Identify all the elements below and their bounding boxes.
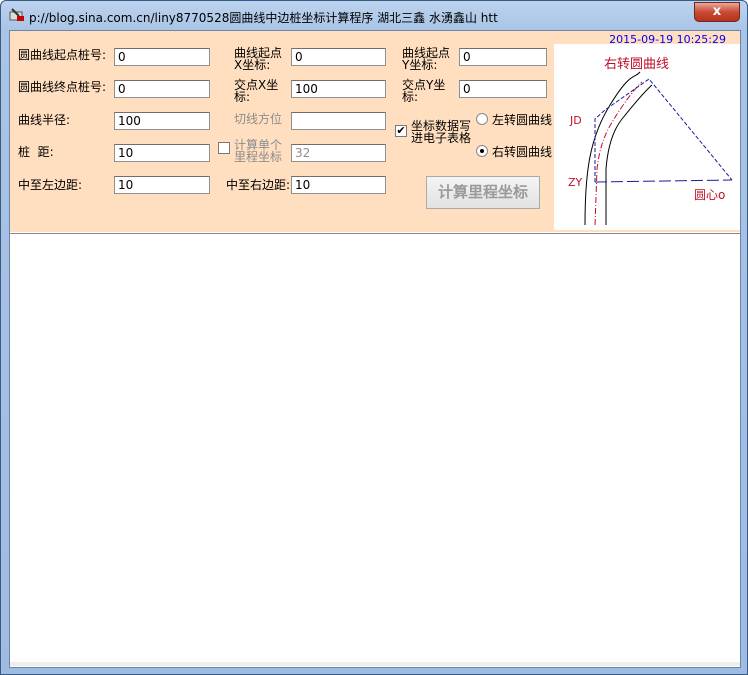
start-station-input[interactable]: 0 [114,48,210,66]
write-excel-label-line2: 进电子表格 [411,131,472,145]
right-curve-radio[interactable] [476,145,488,157]
jd-x-label: 交点X坐 标: [234,79,278,103]
jd-y-label: 交点Y坐 标: [402,79,445,103]
start-x-input[interactable]: 0 [291,48,386,66]
interval-input[interactable]: 10 [114,144,210,162]
app-window: p://blog.sina.com.cn/liny8770528圆曲线中边桩坐标… [0,0,748,675]
inner-edge-line [605,84,653,225]
start-y-input[interactable]: 0 [459,48,547,66]
app-icon [9,8,24,21]
start-y-label-line2: Y坐标: [402,58,438,72]
left-curve-label: 左转圆曲线 [492,113,553,127]
window-title: p://blog.sina.com.cn/liny8770528圆曲线中边桩坐标… [29,11,498,25]
end-station-input[interactable]: 0 [114,80,210,98]
horizontal-scrollbar[interactable] [10,662,740,666]
outer-edge-line [584,71,641,226]
radius-input[interactable]: 100 [114,112,210,130]
left-offset-label: 中至左边距: [18,178,83,192]
tangent-lines [594,78,733,182]
write-excel-label: 坐标数据写 进电子表格 [411,120,471,144]
start-x-label: 曲线起点 X坐标: [234,47,282,71]
right-offset-label: 中至右边距: [226,178,291,192]
input-panel: 2015-09-19 10:25:29 圆曲线起点桩号: 0 圆曲线终点桩号: … [10,31,740,232]
single-station-input[interactable]: 32 [291,144,386,162]
single-calc-label-line2: 里程坐标 [234,150,283,164]
write-excel-checkbox[interactable]: ✔ [395,125,407,137]
zy-label: ZY [568,176,583,189]
start-x-label-line2: X坐标: [234,58,271,72]
curve-diagram-svg: 右转圆曲线 JD ZY 圆心o [568,57,733,226]
start-y-label: 曲线起点 Y坐标: [402,47,450,71]
left-curve-radio[interactable] [476,113,488,125]
radius-label: 曲线半径: [18,113,71,127]
right-offset-input[interactable]: 10 [291,176,386,194]
center-label: 圆心o [694,188,725,202]
interval-label: 桩 距: [18,145,54,159]
jd-x-input[interactable]: 100 [291,80,386,98]
client-area: 2015-09-19 10:25:29 圆曲线起点桩号: 0 圆曲线终点桩号: … [9,30,741,668]
tangent-azimuth-label: 切线方位 [234,112,283,126]
start-station-label: 圆曲线起点桩号: [18,48,107,62]
single-calc-label: 计算单个 里程坐标 [234,139,282,163]
jd-x-label-line2: 标: [234,90,251,104]
jd-y-label-line2: 标: [402,90,419,104]
left-offset-input[interactable]: 10 [114,176,210,194]
end-station-label: 圆曲线终点桩号: [18,80,107,94]
curve-diagram: 右转圆曲线 JD ZY 圆心o [554,44,740,230]
tangent-azimuth-input[interactable] [291,112,386,130]
right-curve-label: 右转圆曲线 [492,145,553,159]
jd-y-input[interactable]: 0 [459,80,547,98]
jd-label: JD [569,114,582,127]
radius-line [594,179,733,183]
output-area[interactable] [10,233,740,666]
single-calc-checkbox[interactable] [218,142,230,154]
diagram-title: 右转圆曲线 [604,57,669,72]
close-button[interactable]: x [694,2,740,22]
calculate-button[interactable]: 计算里程坐标 [426,176,540,209]
